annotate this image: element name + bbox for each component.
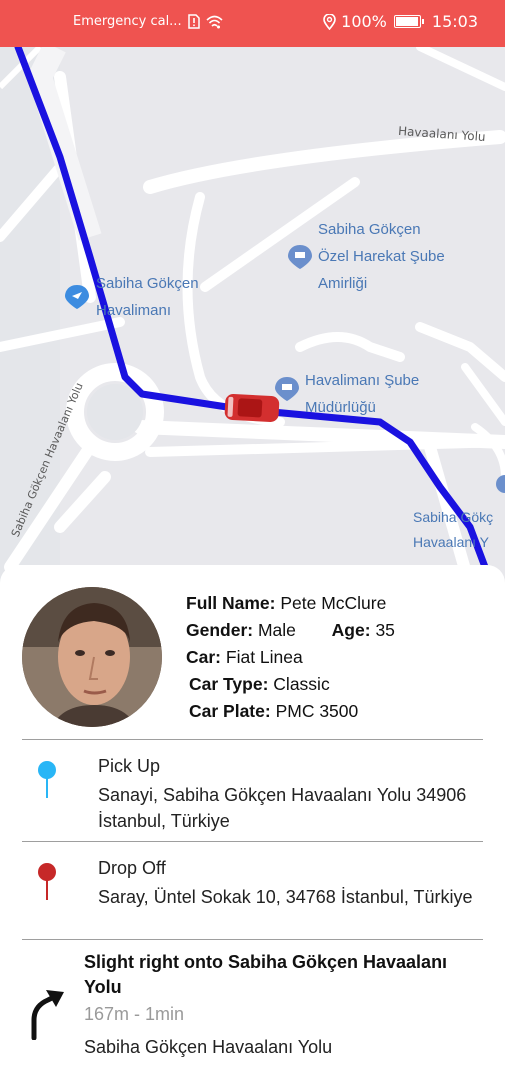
map-label-right-poi: Sabiha Gökç Havaalanı Y <box>413 509 494 550</box>
age-label: Age: <box>331 620 371 640</box>
status-left: Emergency cal... <box>73 14 223 29</box>
pickup-title: Pick Up <box>98 756 161 776</box>
trip-panel: Full Name: Pete McClure Gender: Male Age… <box>0 565 505 1080</box>
pickup-location[interactable]: Pick Up Sanayi, Sabiha Gökçen Havaalanı … <box>22 756 483 836</box>
nav-text: Slight right onto Sabiha Gökçen Havaalan… <box>84 950 484 1058</box>
divider <box>22 939 483 940</box>
poi-pin-icon[interactable] <box>288 245 312 269</box>
car-type-value: Classic <box>273 674 330 694</box>
gender-value: Male <box>257 620 296 640</box>
poi-pin-icon[interactable] <box>275 377 299 401</box>
full-name-label: Full Name: <box>186 593 276 613</box>
carrier-text: Emergency cal... <box>73 14 182 29</box>
battery-icon <box>393 15 424 28</box>
clock: 15:03 <box>431 12 478 31</box>
location-icon <box>323 13 336 30</box>
car-plate-label: Car Plate: <box>189 701 271 721</box>
dropoff-address: Saray, Üntel Sokak 10, 34768 İstanbul, T… <box>98 887 473 907</box>
pickup-address: Sanayi, Sabiha Gökçen Havaalanı Yolu 349… <box>98 785 467 831</box>
dropoff-pin-icon <box>38 863 56 900</box>
car-marker-icon <box>224 394 280 422</box>
map-label-havalimani-sube: Havalimanı Şube Müdürlüğü <box>305 372 420 416</box>
car-plate-value: PMC 3500 <box>275 701 359 721</box>
wifi-icon <box>206 15 223 28</box>
slight-right-arrow-icon <box>31 990 64 1040</box>
gender-label: Gender: <box>186 620 254 640</box>
age-value: 35 <box>375 620 395 640</box>
car-row: Car: Fiat Linea <box>186 644 395 671</box>
car-type-row: Car Type: Classic <box>186 671 395 698</box>
car-type-label: Car Type: <box>189 674 269 694</box>
car-value: Fiat Linea <box>225 647 303 667</box>
full-name-value: Pete McClure <box>280 593 387 613</box>
driver-info: Full Name: Pete McClure Gender: Male Age… <box>186 590 395 725</box>
driver-avatar[interactable] <box>22 587 162 727</box>
car-plate-row: Car Plate: PMC 3500 <box>186 698 395 725</box>
map-label-ozel: Sabiha Gökçen Özel Harekat Şube Amirliği <box>318 221 445 292</box>
pickup-pin-icon <box>38 761 56 798</box>
nav-instruction: Slight right onto Sabiha Gökçen Havaalan… <box>84 952 448 997</box>
battery-percent: 100% <box>341 12 387 31</box>
dropoff-location[interactable]: Drop Off Saray, Üntel Sokak 10, 34768 İs… <box>22 858 483 938</box>
status-right: 100% 15:03 <box>323 12 478 31</box>
sim-alert-icon <box>187 14 200 29</box>
map-view[interactable]: Sabiha Gökçen Havalimanı Sabiha Gökçen Ö… <box>0 47 505 587</box>
nav-street: Sabiha Gökçen Havaalanı Yolu <box>84 1037 333 1057</box>
divider <box>22 739 483 740</box>
airport-icon[interactable] <box>65 285 89 309</box>
car-label: Car: <box>186 647 222 667</box>
divider <box>22 841 483 842</box>
nav-distance: 167m - 1min <box>84 1004 185 1024</box>
map-label-airport: Sabiha Gökçen Havalimanı <box>96 275 199 319</box>
gender-age-row: Gender: Male Age: 35 <box>186 617 395 644</box>
dropoff-title: Drop Off <box>98 858 166 878</box>
battery-fill <box>395 17 418 26</box>
status-bar: Emergency cal... 100% 15:03 <box>0 0 505 47</box>
full-name-row: Full Name: Pete McClure <box>186 590 395 617</box>
